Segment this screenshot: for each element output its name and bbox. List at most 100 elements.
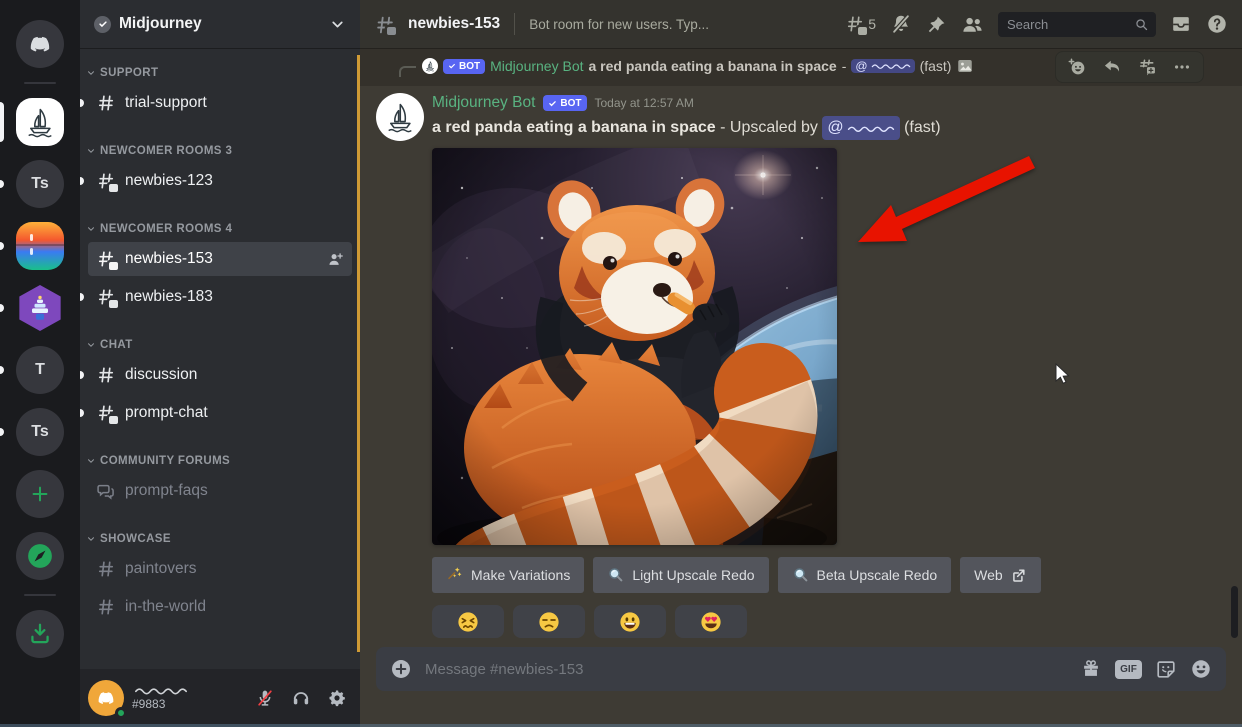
explore-servers-button[interactable] (16, 532, 64, 580)
category-chat[interactable]: CHAT (80, 332, 360, 358)
user-avatar[interactable] (88, 680, 124, 716)
category-newcomer-rooms-3[interactable]: NEWCOMER ROOMS 3 (80, 138, 360, 164)
mic-slash-icon (255, 688, 275, 708)
channel-newbies-183[interactable]: newbies-183 (88, 280, 352, 314)
rail-row: Ts (0, 160, 80, 208)
more-options-button[interactable] (1172, 57, 1192, 77)
server-ts-2[interactable]: Ts (16, 408, 64, 456)
member-list-button[interactable] (961, 13, 984, 36)
invite-people-icon[interactable] (327, 251, 344, 268)
gif-picker-button[interactable]: GIF (1115, 660, 1142, 679)
reply-author-name[interactable]: Midjourney Bot (490, 58, 583, 74)
light-upscale-redo-button[interactable]: Light Upscale Redo (593, 557, 768, 593)
reaction-expressionless[interactable] (513, 605, 585, 638)
server-fridge[interactable] (16, 222, 64, 270)
add-server-button[interactable] (16, 470, 64, 518)
rail-divider (24, 82, 56, 84)
rail-row (0, 20, 80, 68)
server-initials: Ts (31, 423, 48, 441)
mic-muted-button[interactable] (250, 683, 280, 713)
chat-header: newbies-153 Bot room for new users. Typ.… (360, 0, 1242, 48)
server-initials: T (35, 361, 45, 379)
inbox-icon (1170, 13, 1192, 35)
composer-placeholder[interactable]: Message #newbies-153 (425, 661, 1067, 678)
create-thread-button[interactable] (1137, 57, 1157, 77)
server-midjourney[interactable] (16, 98, 64, 146)
search-input[interactable] (1005, 16, 1130, 33)
timestamp: Today at 12:57 AM (595, 96, 694, 110)
discord-home-button[interactable] (16, 20, 64, 68)
guild-header[interactable]: Midjourney (80, 0, 360, 48)
bot-badge: BOT (443, 59, 485, 74)
reply-author-avatar[interactable] (422, 58, 438, 74)
channel-in-the-world[interactable]: in-the-world (88, 590, 352, 624)
channel-prompt-faqs[interactable]: prompt-faqs (88, 474, 352, 508)
redacted-scribble (847, 124, 895, 133)
add-reaction-button[interactable] (1067, 57, 1087, 77)
hash-icon (96, 365, 116, 385)
reaction-heart-eyes[interactable] (675, 605, 747, 638)
rail-row (0, 470, 80, 518)
check-icon (548, 99, 557, 108)
chat-area: newbies-153 Bot room for new users. Typ.… (360, 0, 1242, 727)
channel-prompt-chat[interactable]: prompt-chat (88, 396, 352, 430)
fridge-handle (30, 248, 33, 255)
gift-button[interactable] (1080, 658, 1102, 680)
pinned-messages-button[interactable] (926, 14, 947, 35)
reaction-confounded[interactable] (432, 605, 504, 638)
reply-button[interactable] (1102, 57, 1122, 77)
channel-topic[interactable]: Bot room for new users. Typ... (529, 17, 709, 32)
channel-sidebar: Midjourney SUPPORT trial-support NEWCOME… (80, 0, 360, 727)
thread-plus-icon (1137, 57, 1157, 77)
midjourney-bot-avatar[interactable] (376, 93, 424, 141)
external-link-icon (1010, 567, 1027, 584)
reply-preview-text[interactable]: a red panda eating a banana in space (589, 58, 837, 74)
plus-icon (29, 483, 51, 505)
generated-image[interactable] (432, 148, 837, 545)
channel-trial-support[interactable]: trial-support (88, 86, 352, 120)
reaction-grinning[interactable] (594, 605, 666, 638)
reply-mention-redacted[interactable]: @ (851, 59, 914, 73)
help-button[interactable] (1206, 13, 1228, 35)
action-text: - Upscaled by (720, 119, 818, 136)
message-hover-toolbar (1055, 51, 1204, 83)
gift-icon (1080, 658, 1102, 680)
search-box[interactable] (998, 12, 1156, 37)
make-variations-button[interactable]: Make Variations (432, 557, 584, 593)
notifications-muted-button[interactable] (890, 13, 912, 35)
user-settings-button[interactable] (322, 683, 352, 713)
download-apps-button[interactable] (16, 610, 64, 658)
web-button[interactable]: Web (960, 557, 1041, 593)
channel-newbies-153[interactable]: newbies-153 (88, 242, 352, 276)
category-newcomer-rooms-4[interactable]: NEWCOMER ROOMS 4 (80, 216, 360, 242)
message-composer[interactable]: Message #newbies-153 GIF (376, 647, 1226, 691)
chat-scrollbar-thumb[interactable] (1231, 586, 1238, 638)
attach-file-button[interactable] (390, 658, 412, 680)
category-support[interactable]: SUPPORT (80, 60, 360, 86)
search-icon (1134, 17, 1149, 32)
channel-newbies-123[interactable]: newbies-123 (88, 164, 352, 198)
server-ts-1[interactable]: Ts (16, 160, 64, 208)
category-community-forums[interactable]: COMMUNITY FORUMS (80, 448, 360, 474)
inbox-button[interactable] (1170, 13, 1192, 35)
emoji-picker-button[interactable] (1190, 658, 1212, 680)
username-tag[interactable]: #9883 (132, 686, 242, 711)
deafen-button[interactable] (286, 683, 316, 713)
mention-redacted[interactable]: @ (822, 116, 899, 140)
server-initials: Ts (31, 175, 48, 193)
channel-discussion[interactable]: discussion (88, 358, 352, 392)
channel-paintovers[interactable]: paintovers (88, 552, 352, 586)
server-t[interactable]: T (16, 346, 64, 394)
rail-row: T (0, 346, 80, 394)
discord-logo-icon (94, 686, 118, 710)
sticker-picker-button[interactable] (1155, 658, 1177, 680)
threads-button[interactable]: 5 (845, 14, 876, 34)
download-icon (27, 621, 53, 647)
help-icon (1206, 13, 1228, 35)
server-hexagon-cake[interactable] (16, 284, 64, 332)
prompt-text: a red panda eating a banana in space (432, 119, 716, 136)
midjourney-sailboat-icon (424, 60, 436, 72)
category-showcase[interactable]: SHOWCASE (80, 526, 360, 552)
author-name[interactable]: Midjourney Bot (432, 94, 535, 112)
beta-upscale-redo-button[interactable]: Beta Upscale Redo (778, 557, 952, 593)
